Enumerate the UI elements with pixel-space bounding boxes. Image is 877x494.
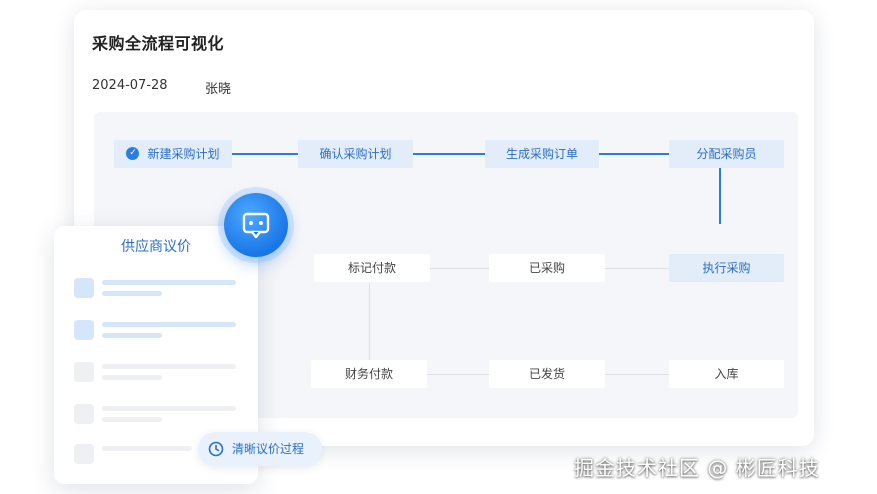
check-circle-icon: ✓ bbox=[126, 147, 140, 160]
placeholder-line bbox=[102, 364, 236, 369]
date-text: 2024-07-28 bbox=[92, 78, 168, 93]
connector-3-4 bbox=[599, 153, 669, 155]
placeholder-icon bbox=[74, 404, 94, 424]
flow-node-warehousing[interactable]: 入库 bbox=[669, 360, 784, 388]
placeholder-line bbox=[102, 333, 162, 338]
connector-2-3 bbox=[413, 153, 485, 155]
flow-node-purchased[interactable]: 已采购 bbox=[489, 254, 605, 282]
placeholder-line bbox=[102, 417, 162, 422]
connector-r2-b bbox=[605, 268, 669, 269]
user-name: 张晓 bbox=[205, 82, 232, 97]
placeholder-line bbox=[102, 406, 236, 411]
flow-node-finance-payment[interactable]: 财务付款 bbox=[311, 360, 427, 388]
connector-r2-down bbox=[369, 283, 370, 360]
connector-r3-b bbox=[605, 374, 669, 375]
page-title: 采购全流程可视化 bbox=[92, 34, 225, 53]
placeholder-line bbox=[102, 446, 192, 451]
flow-node-generate-order[interactable]: 生成采购订单 bbox=[485, 140, 599, 168]
connector-r3-a bbox=[427, 374, 489, 375]
placeholder-icon bbox=[74, 278, 94, 298]
placeholder-icon bbox=[74, 320, 94, 340]
placeholder-icon bbox=[74, 362, 94, 382]
clock-icon bbox=[208, 441, 224, 457]
placeholder-line bbox=[102, 291, 162, 296]
watermark: 掘金技术社区 @ 彬匠科技 bbox=[574, 456, 820, 480]
placeholder-line bbox=[102, 280, 236, 285]
clear-process-pill[interactable]: 清晰议价过程 bbox=[198, 432, 322, 466]
chat-bubble-glyph bbox=[242, 212, 270, 239]
clear-process-label: 清晰议价过程 bbox=[232, 442, 305, 456]
flow-node-execute-purchase[interactable]: 执行采购 bbox=[669, 254, 784, 282]
placeholder-icon bbox=[74, 444, 94, 464]
flow-node-mark-payment[interactable]: 标记付款 bbox=[314, 254, 430, 282]
connector-r2-a bbox=[430, 268, 489, 269]
flow-node-confirm-plan[interactable]: 确认采购计划 bbox=[298, 140, 413, 168]
flow-node-assign-buyer[interactable]: 分配采购员 bbox=[669, 140, 784, 168]
flow-node-new-plan[interactable]: ✓ 新建采购计划 bbox=[114, 140, 232, 168]
connector-1-2 bbox=[232, 153, 298, 155]
connector-4-down bbox=[719, 168, 721, 224]
flow-node-shipped[interactable]: 已发货 bbox=[489, 360, 605, 388]
chat-bubble-icon[interactable] bbox=[224, 193, 288, 257]
placeholder-line bbox=[102, 322, 236, 327]
placeholder-line bbox=[102, 375, 162, 380]
